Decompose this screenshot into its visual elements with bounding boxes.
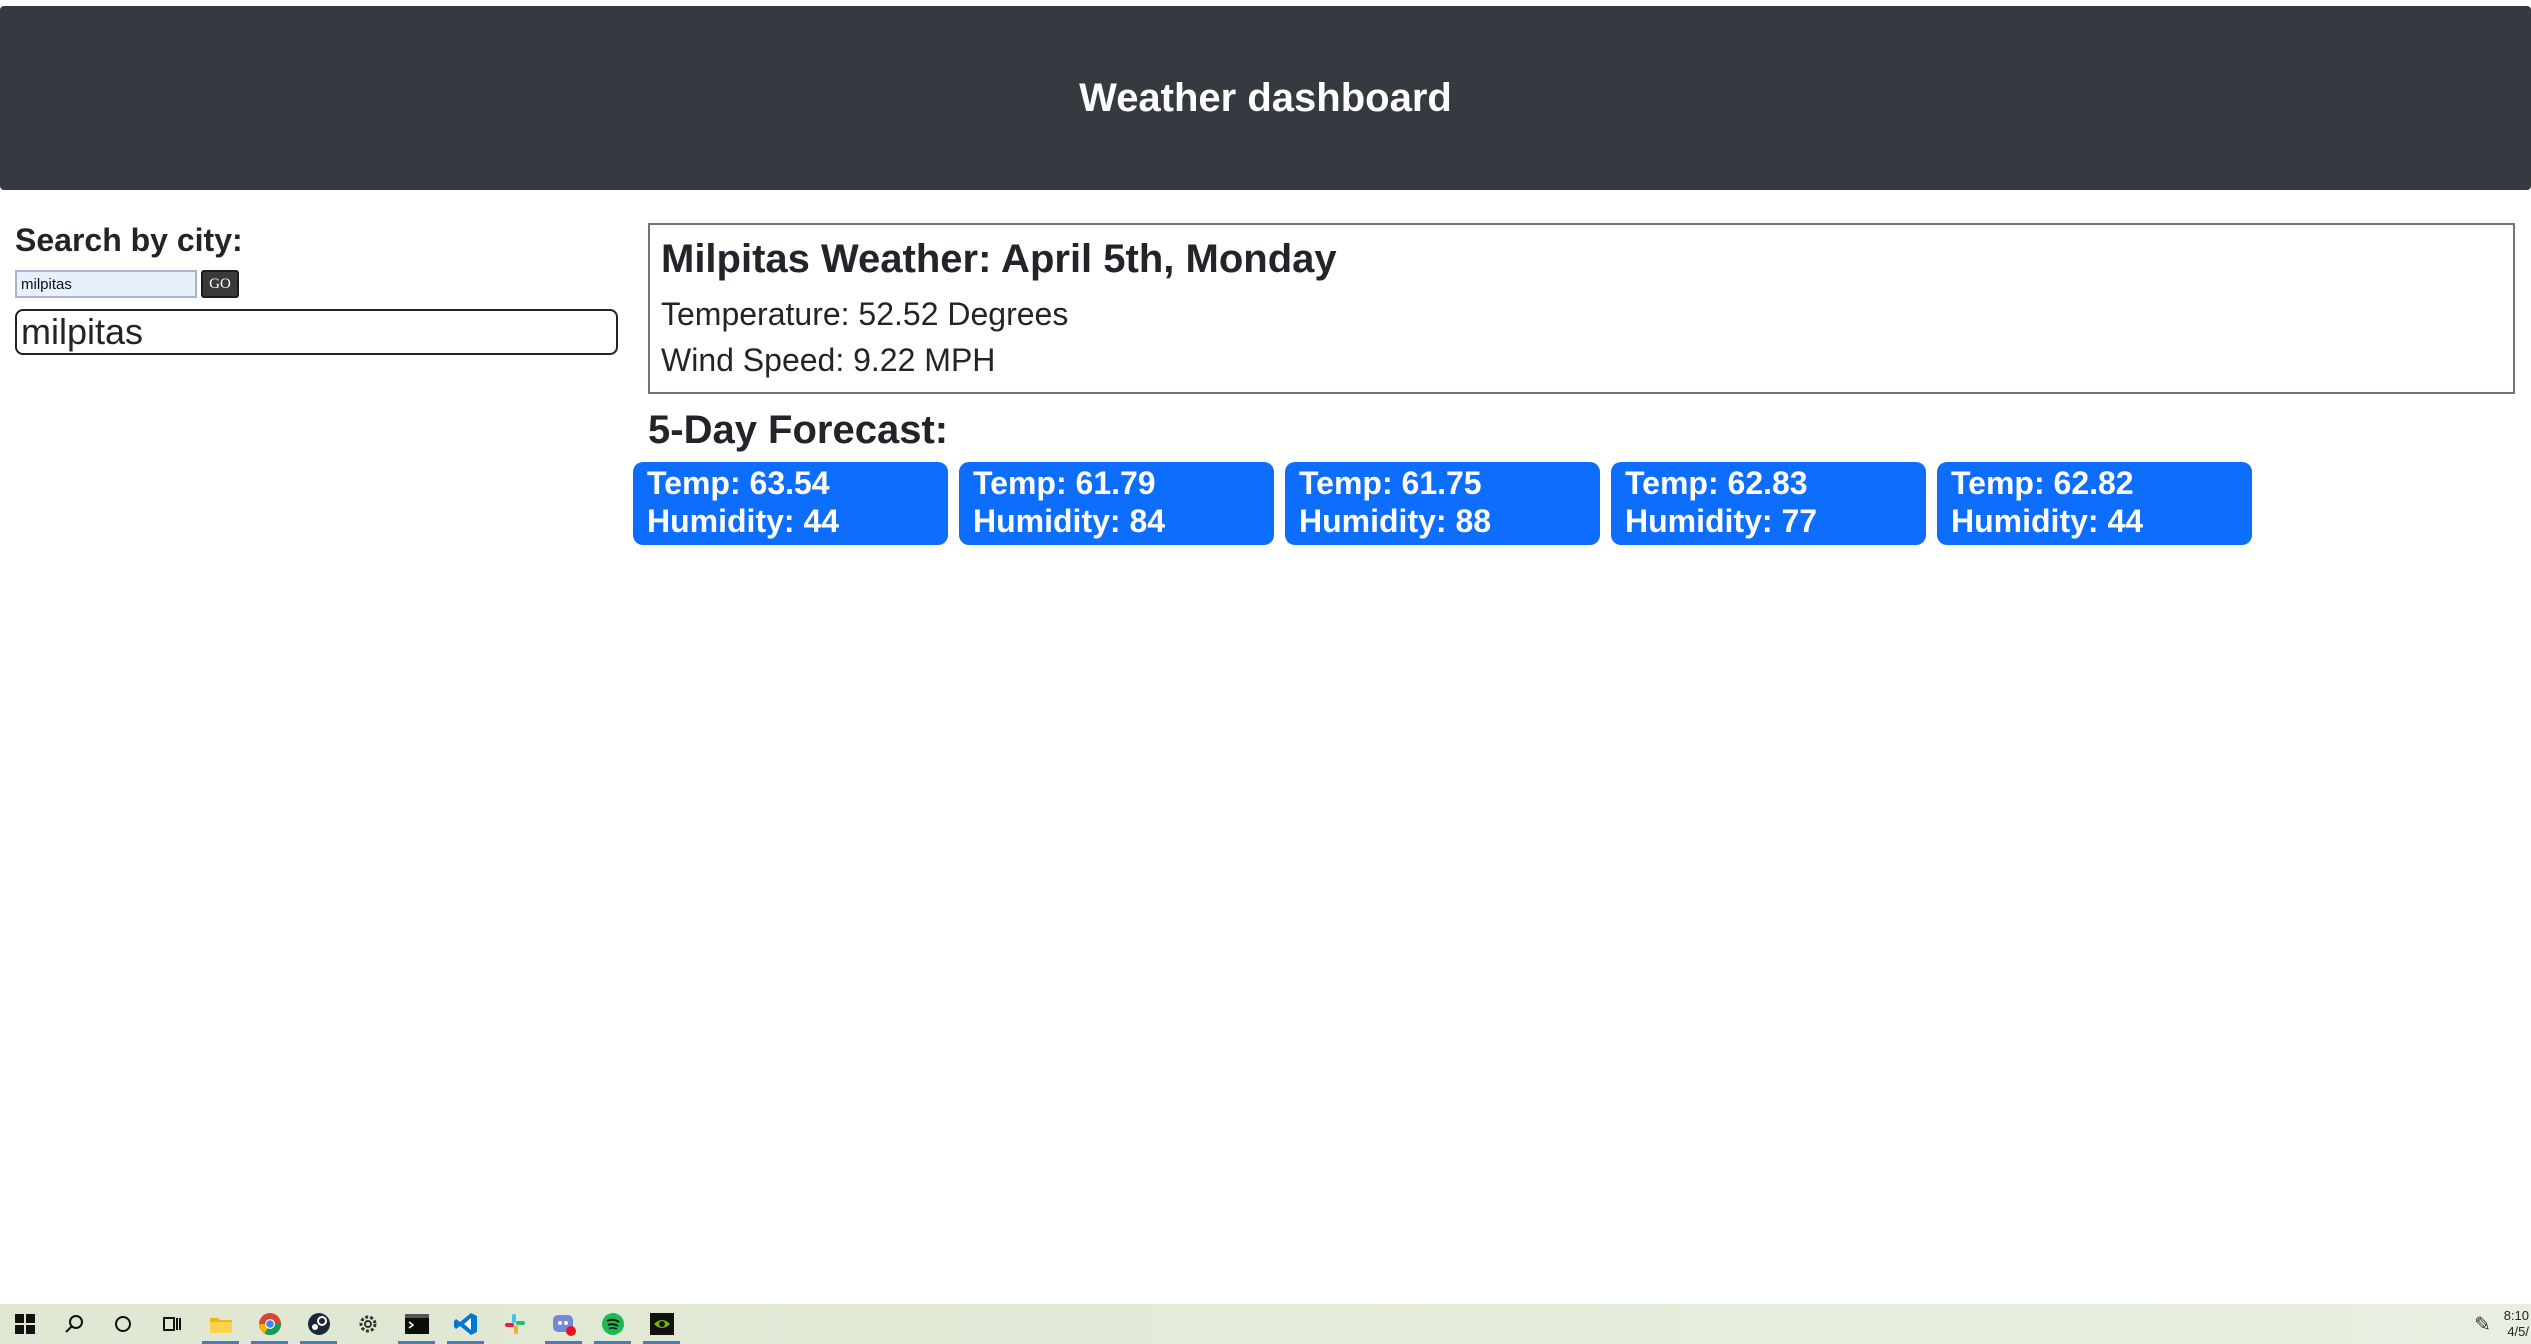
taskbar: ✎ 8:10 4/5/ <box>0 1304 2531 1344</box>
page-title: Weather dashboard <box>1079 75 1452 120</box>
steam-icon[interactable] <box>294 1304 343 1344</box>
pen-icon[interactable]: ✎ <box>2474 1312 2491 1337</box>
forecast-card: Temp: 62.82 Humidity: 44 <box>1937 462 2252 545</box>
terminal-icon[interactable] <box>392 1304 441 1344</box>
forecast-card: Temp: 61.75 Humidity: 88 <box>1285 462 1600 545</box>
go-button[interactable]: GO <box>201 270 239 298</box>
discord-icon[interactable] <box>539 1304 588 1344</box>
file-explorer-icon[interactable] <box>196 1304 245 1344</box>
clock-date: 4/5/ <box>2507 1324 2529 1339</box>
forecast-temp: Temp: 61.75 <box>1299 465 1482 501</box>
search-label: Search by city: <box>15 222 243 258</box>
search-history-item[interactable]: milpitas <box>15 309 618 355</box>
forecast-humidity: Humidity: 44 <box>647 503 840 539</box>
nvidia-icon[interactable] <box>637 1304 686 1344</box>
forecast-temp: Temp: 63.54 <box>647 465 830 501</box>
forecast-temp: Temp: 62.82 <box>1951 465 2134 501</box>
forecast-temp: Temp: 62.83 <box>1625 465 1808 501</box>
current-wind-speed: Wind Speed: 9.22 MPH <box>661 342 996 378</box>
forecast-row: Temp: 63.54 Humidity: 44 Temp: 61.79 Hum… <box>633 462 2252 545</box>
city-search-input[interactable] <box>15 270 197 298</box>
current-temperature: Temperature: 52.52 Degrees <box>661 296 1069 332</box>
search-icon[interactable] <box>49 1304 98 1344</box>
page-header: Weather dashboard <box>0 6 2531 190</box>
forecast-humidity: Humidity: 84 <box>973 503 1166 539</box>
cortana-icon[interactable] <box>98 1304 147 1344</box>
task-view-icon[interactable] <box>147 1304 196 1344</box>
current-weather-panel: Milpitas Weather: April 5th, Monday Temp… <box>648 223 2515 394</box>
clock-time: 8:10 <box>2503 1308 2529 1323</box>
chrome-icon[interactable] <box>245 1304 294 1344</box>
current-weather-title: Milpitas Weather: April 5th, Monday <box>661 237 1337 281</box>
forecast-temp: Temp: 61.79 <box>973 465 1156 501</box>
settings-icon[interactable] <box>343 1304 392 1344</box>
forecast-title: 5-Day Forecast: <box>648 408 949 452</box>
forecast-card: Temp: 61.79 Humidity: 84 <box>959 462 1274 545</box>
forecast-card: Temp: 62.83 Humidity: 77 <box>1611 462 1926 545</box>
forecast-humidity: Humidity: 88 <box>1299 503 1492 539</box>
slack-icon[interactable] <box>490 1304 539 1344</box>
start-icon[interactable] <box>0 1304 49 1344</box>
forecast-humidity: Humidity: 77 <box>1625 503 1818 539</box>
clock[interactable]: 8:10 4/5/ <box>2501 1308 2531 1340</box>
vscode-icon[interactable] <box>441 1304 490 1344</box>
system-tray: ✎ 8:10 4/5/ <box>2474 1304 2531 1344</box>
forecast-card: Temp: 63.54 Humidity: 44 <box>633 462 948 545</box>
spotify-icon[interactable] <box>588 1304 637 1344</box>
forecast-humidity: Humidity: 44 <box>1951 503 2144 539</box>
